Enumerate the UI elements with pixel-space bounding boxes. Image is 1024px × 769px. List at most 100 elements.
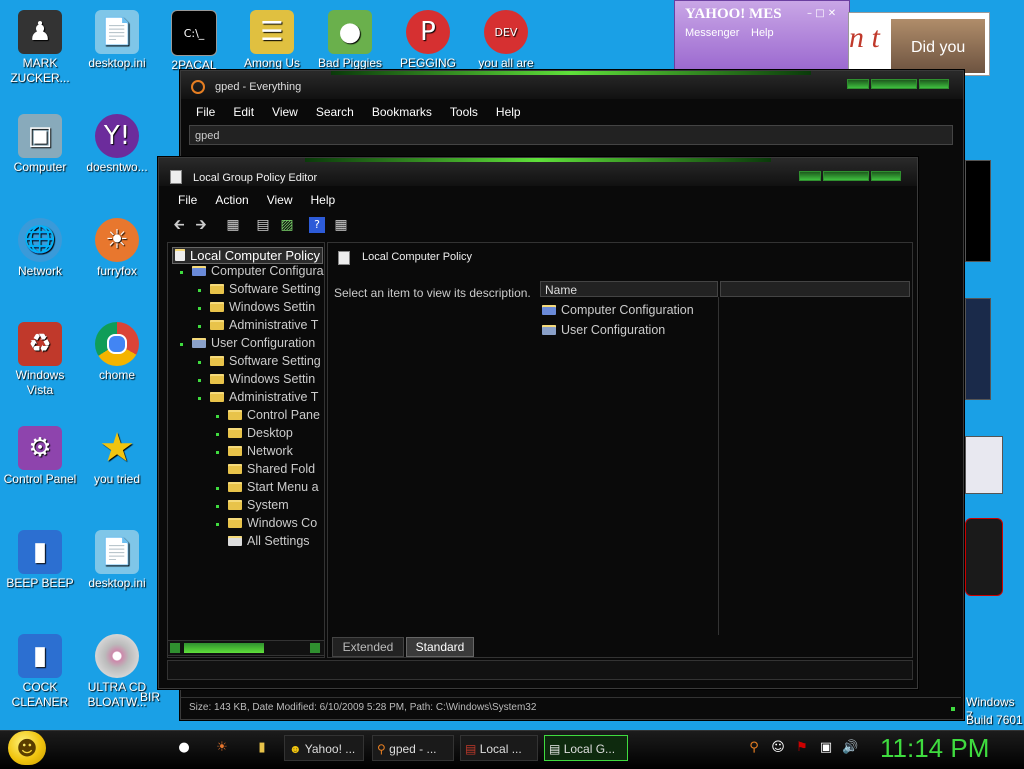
tree-expander[interactable]: [198, 361, 201, 364]
desktop-icon-recycle-bin[interactable]: ♻ Windows Vista: [2, 322, 78, 398]
tree-system[interactable]: System: [228, 498, 289, 512]
tree-start-menu[interactable]: Start Menu a: [228, 480, 319, 494]
column-header-name[interactable]: Name: [540, 281, 718, 297]
everything-window-controls[interactable]: [847, 79, 949, 89]
tree-expander[interactable]: [198, 325, 201, 328]
everything-menu-search[interactable]: Search: [307, 105, 363, 119]
tray-volume-icon[interactable]: 🔊: [842, 739, 858, 757]
tree-uc-software-settings[interactable]: Software Setting: [210, 354, 321, 368]
start-button-smiley-icon[interactable]: ☻: [8, 731, 46, 765]
tree-cc-software-settings[interactable]: Software Setting: [210, 282, 321, 296]
tree-scrollbar[interactable]: [167, 640, 325, 656]
tray-network-icon[interactable]: ▣: [818, 739, 834, 757]
desktop-icon-you-tried[interactable]: ★ you tried: [79, 426, 155, 487]
taskbar-item-local-1[interactable]: ▤ Local ...: [460, 735, 538, 761]
list-item-computer-configuration[interactable]: Computer Configuration: [542, 303, 694, 317]
tree-expander[interactable]: [216, 433, 219, 436]
tray-smiley-icon[interactable]: ☺: [770, 739, 786, 757]
tree-cc-administrative-templates[interactable]: Administrative T: [210, 318, 318, 332]
gpedit-menu-help[interactable]: Help: [302, 193, 345, 207]
tree-cc-windows-settings[interactable]: Windows Settin: [210, 300, 315, 314]
tree-expander[interactable]: [198, 307, 201, 310]
column-header-blank[interactable]: [720, 281, 910, 297]
desktop-icon-dev-cpp[interactable]: DEV you all are: [468, 10, 544, 71]
yahoo-menu-messenger[interactable]: Messenger: [685, 27, 739, 39]
desktop-icon-2pacal[interactable]: C:\_ 2PACAL: [156, 10, 232, 73]
tree-expander[interactable]: [216, 505, 219, 508]
back-arrow-icon[interactable]: 🡰: [171, 217, 187, 233]
tree-expander[interactable]: [216, 415, 219, 418]
list-item-user-configuration[interactable]: User Configuration: [542, 323, 665, 337]
tree-windows-components[interactable]: Windows Co: [228, 516, 317, 530]
tree-expander[interactable]: [216, 487, 219, 490]
help-icon[interactable]: ?: [309, 217, 325, 233]
yahoo-messenger-window[interactable]: YAHOO! MES Messenger Help – □ ✕: [674, 0, 850, 70]
tab-standard[interactable]: Standard: [406, 637, 474, 657]
desktop-icon-among-us[interactable]: ☰ Among Us: [234, 10, 310, 71]
tree-all-settings[interactable]: All Settings: [228, 534, 310, 548]
desktop-icon-cock-cleaner[interactable]: ▮ COCK CLEANER: [2, 634, 78, 710]
gpedit-menu-view[interactable]: View: [258, 193, 302, 207]
gpedit-menu-file[interactable]: File: [169, 193, 206, 207]
properties-icon[interactable]: ▤: [255, 217, 271, 233]
scrollbar-thumb[interactable]: [184, 643, 264, 653]
desktop-icon-network[interactable]: 🌐 Network: [2, 218, 78, 279]
tree-user-configuration[interactable]: User Configuration: [192, 336, 315, 350]
tree-root[interactable]: Local Computer Policy: [172, 247, 324, 264]
desktop-icon-beep-beep[interactable]: ▮ BEEP BEEP: [2, 530, 78, 591]
firefox-taskbar-icon[interactable]: ☀: [214, 739, 230, 757]
everything-menu-help[interactable]: Help: [487, 105, 530, 119]
desktop-icon-yahoo[interactable]: Y! doesntwo...: [79, 114, 155, 175]
everything-menu-file[interactable]: File: [187, 105, 224, 119]
desktop-icon-control-panel[interactable]: ⚙ Control Panel: [2, 426, 78, 487]
gpedit-window[interactable]: Local Group Policy Editor File Action Vi…: [158, 157, 918, 689]
tree-control-panel[interactable]: Control Pane: [228, 408, 320, 422]
everything-menu-view[interactable]: View: [263, 105, 307, 119]
desktop-icon-bir[interactable]: BIR: [140, 690, 180, 705]
gpedit-window-controls[interactable]: [799, 171, 901, 181]
tree-computer-configuration[interactable]: Computer Configura: [192, 264, 324, 278]
desktop-icon-pegging[interactable]: P PEGGING: [390, 10, 466, 71]
gpedit-menu-action[interactable]: Action: [206, 193, 257, 207]
tree-desktop[interactable]: Desktop: [228, 426, 293, 440]
everything-search-input[interactable]: gped: [189, 125, 953, 145]
export-list-icon[interactable]: ▨: [279, 217, 295, 233]
tree-pane[interactable]: Local Computer Policy Computer Configura…: [167, 242, 325, 658]
desktop-icon-bad-piggies[interactable]: ● Bad Piggies: [312, 10, 388, 71]
desktop-icon-computer[interactable]: ▣ Computer: [2, 114, 78, 175]
tray-search-icon[interactable]: ⚲: [746, 739, 762, 757]
tree-network[interactable]: Network: [228, 444, 293, 458]
yahoo-window-controls[interactable]: – □ ✕: [807, 8, 836, 19]
everything-menu-bookmarks[interactable]: Bookmarks: [363, 105, 441, 119]
tree-expander[interactable]: [198, 379, 201, 382]
taskbar-item-local-gpedit[interactable]: ▤ Local G...: [544, 735, 628, 761]
yahoo-menu-help[interactable]: Help: [751, 27, 774, 39]
desktop-icon-desktop-ini[interactable]: 📄 desktop.ini: [79, 10, 155, 71]
taskbar-item-yahoo[interactable]: ☻ Yahoo! ...: [284, 735, 364, 761]
tree-shared-folders[interactable]: Shared Fold: [228, 462, 315, 476]
tree-expander[interactable]: [180, 271, 183, 274]
desktop-icon-firefox[interactable]: ☀ furryfox: [79, 218, 155, 279]
tree-expander[interactable]: [216, 523, 219, 526]
tree-expander[interactable]: [180, 343, 183, 346]
taskbar-clock[interactable]: 11:14 PM: [880, 733, 989, 764]
taskbar-item-everything[interactable]: ⚲ gped - ...: [372, 735, 454, 761]
show-hide-tree-icon[interactable]: ▦: [225, 217, 241, 233]
chrome-taskbar-icon[interactable]: ●: [176, 739, 192, 757]
everything-menu-tools[interactable]: Tools: [441, 105, 487, 119]
everything-menu-edit[interactable]: Edit: [224, 105, 263, 119]
desktop-icon-mark[interactable]: ♟ MARK ZUCKER...: [2, 10, 78, 86]
resize-grip[interactable]: [951, 707, 955, 711]
tree-expander[interactable]: [198, 289, 201, 292]
tray-flag-icon[interactable]: ⚑: [794, 739, 810, 757]
tree-expander[interactable]: [198, 397, 201, 400]
scroll-left-arrow-icon[interactable]: [170, 643, 180, 653]
scroll-right-arrow-icon[interactable]: [310, 643, 320, 653]
tree-expander[interactable]: [216, 451, 219, 454]
tree-uc-administrative-templates[interactable]: Administrative T: [210, 390, 318, 404]
forward-arrow-icon[interactable]: 🡲: [193, 217, 209, 233]
tree-uc-windows-settings[interactable]: Windows Settin: [210, 372, 315, 386]
desktop-icon-desktop-ini-2[interactable]: 📄 desktop.ini: [79, 530, 155, 591]
tab-extended[interactable]: Extended: [332, 637, 404, 657]
desktop-icon-chrome[interactable]: chome: [79, 322, 155, 383]
